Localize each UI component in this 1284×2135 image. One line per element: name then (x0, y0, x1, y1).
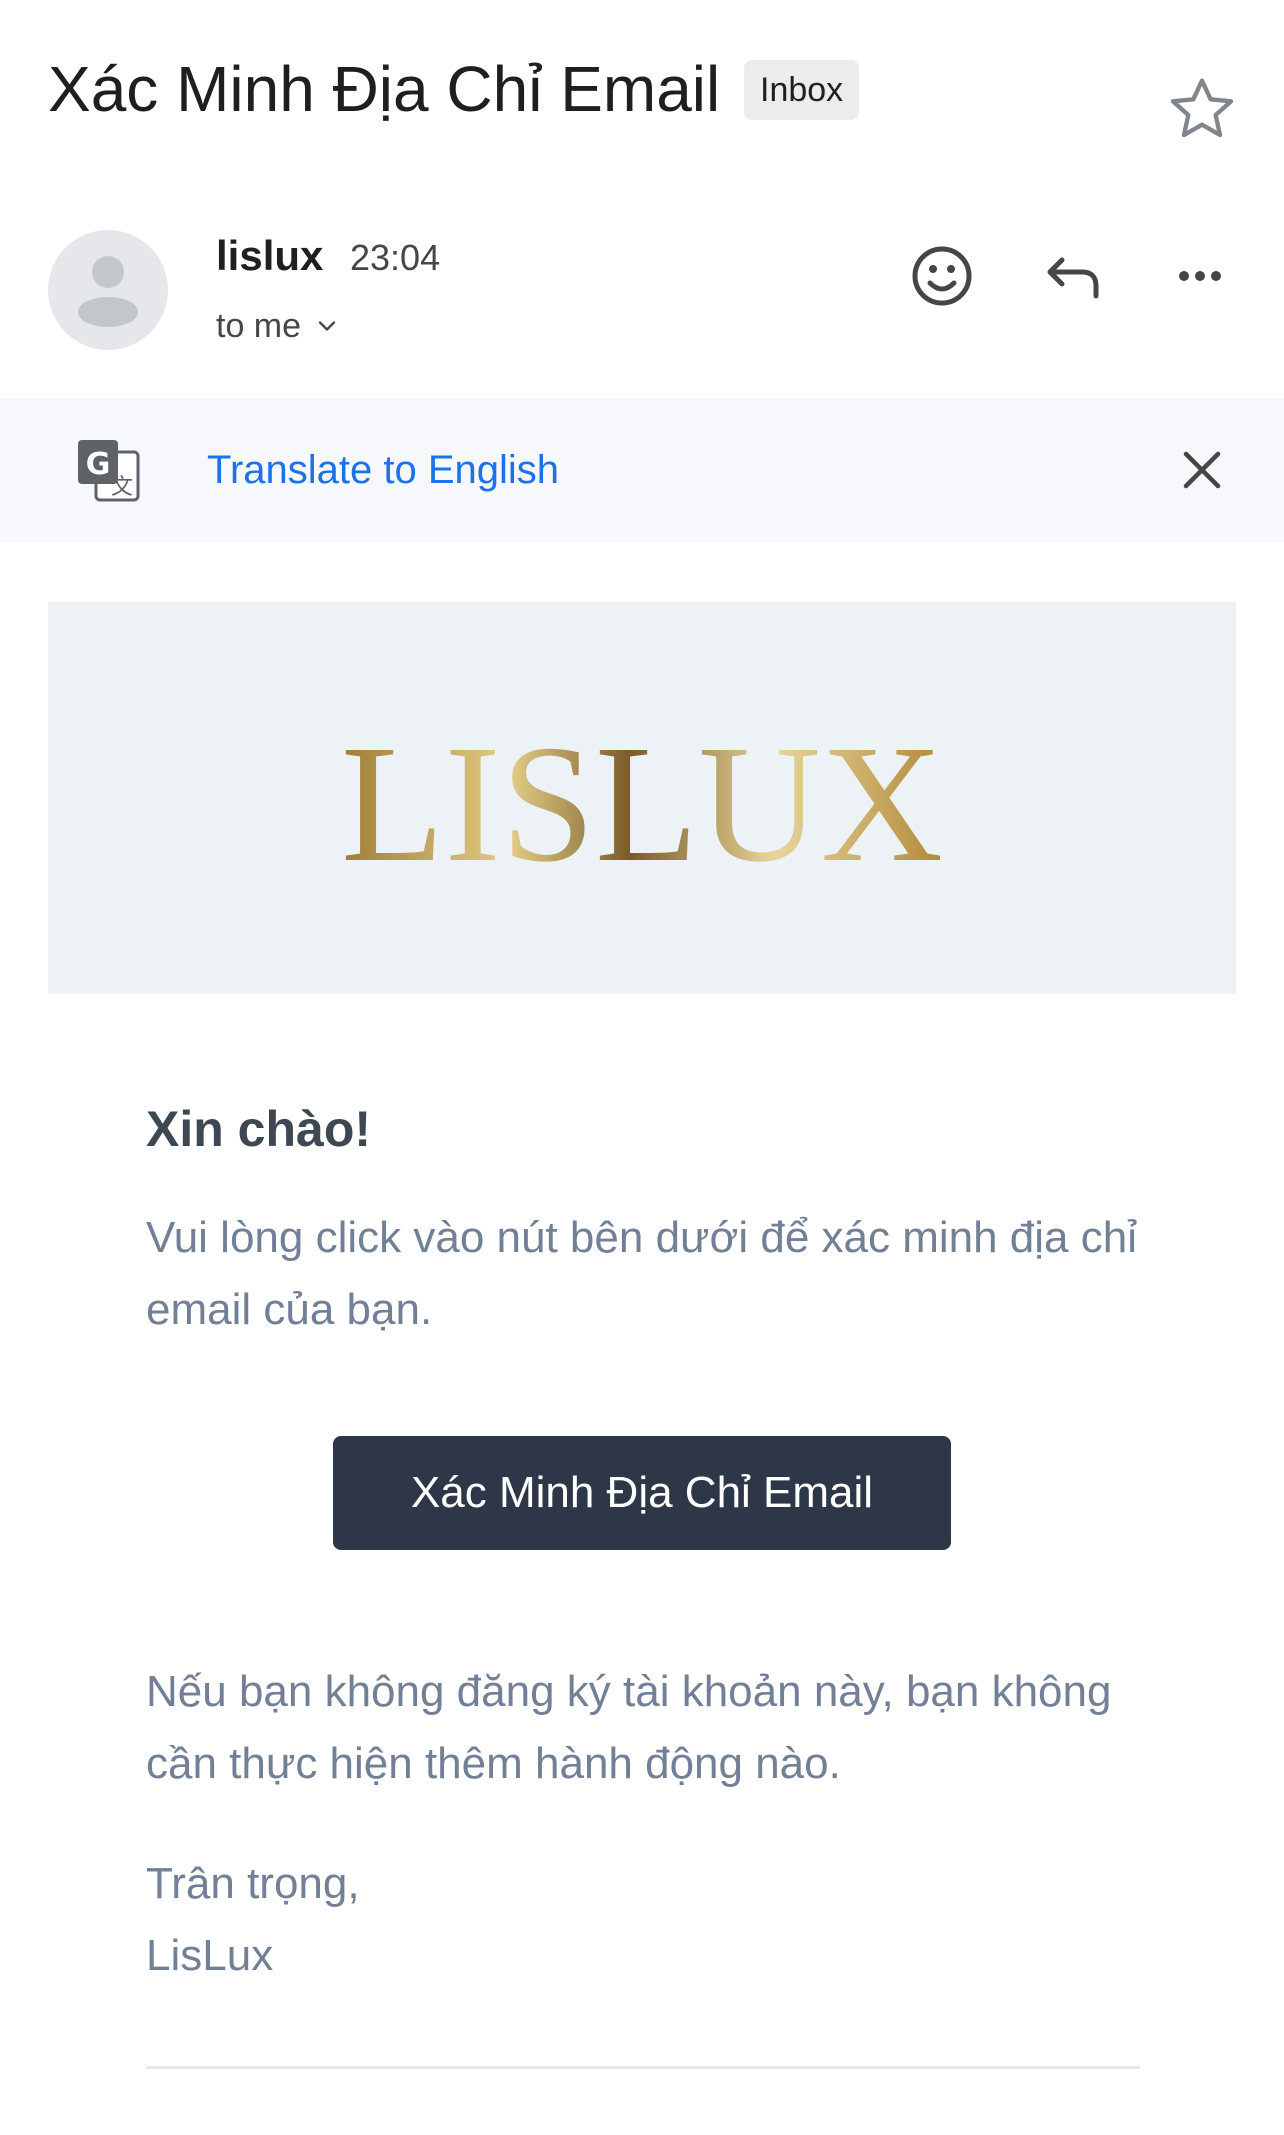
sender-name: lislux (216, 232, 324, 279)
translate-bar: G 文 Translate to English (0, 398, 1284, 542)
reply-button[interactable] (1032, 234, 1116, 318)
sent-time: 23:04 (350, 237, 441, 278)
subject-row: Xác Minh Địa Chỉ Email Inbox (48, 48, 1236, 144)
star-outline-icon (1170, 78, 1234, 138)
signature-text: LisLux (146, 1931, 274, 1980)
verify-email-button[interactable]: Xác Minh Địa Chỉ Email (333, 1436, 951, 1550)
sender-row: lislux 23:04 to me (48, 228, 1236, 360)
reply-icon (1047, 257, 1099, 299)
google-translate-icon: G 文 (78, 440, 140, 502)
brand-banner: LISLUX (48, 602, 1236, 994)
disclaimer-paragraph: Nếu bạn không đăng ký tài khoản này, bạn… (146, 1667, 1112, 1788)
sender-avatar[interactable] (48, 230, 168, 350)
add-reaction-button[interactable] (900, 234, 984, 318)
star-button[interactable] (1162, 70, 1242, 150)
more-options-button[interactable] (1158, 234, 1242, 318)
add-reaction-icon (912, 246, 972, 306)
recipient-toggle[interactable]: to me (216, 300, 341, 352)
dismiss-translate-button[interactable] (1172, 440, 1232, 500)
footer-divider (146, 2066, 1140, 2069)
close-icon (1183, 451, 1221, 489)
greeting-heading: Xin chào! (146, 1101, 372, 1157)
lislux-logo: LISLUX (341, 711, 943, 897)
email-subject: Xác Minh Địa Chỉ Email (48, 53, 721, 125)
chevron-down-icon (318, 321, 336, 331)
default-avatar-icon (78, 256, 138, 327)
svg-text:G: G (86, 447, 111, 482)
svg-text:文: 文 (111, 475, 133, 500)
intro-paragraph: Vui lòng click vào nút bên dưới để xác m… (146, 1213, 1137, 1334)
brand-logo-wordmark: LISLUX (341, 711, 943, 897)
more-horizontal-icon (1179, 271, 1221, 281)
signoff: Trân trọng, LisLux (146, 1848, 360, 1992)
inbox-label-badge[interactable]: Inbox (744, 60, 860, 120)
translate-to-english-link[interactable]: Translate to English (207, 438, 559, 502)
recipient-text: to me (216, 307, 302, 345)
closing-text: Trân trọng, (146, 1859, 360, 1908)
